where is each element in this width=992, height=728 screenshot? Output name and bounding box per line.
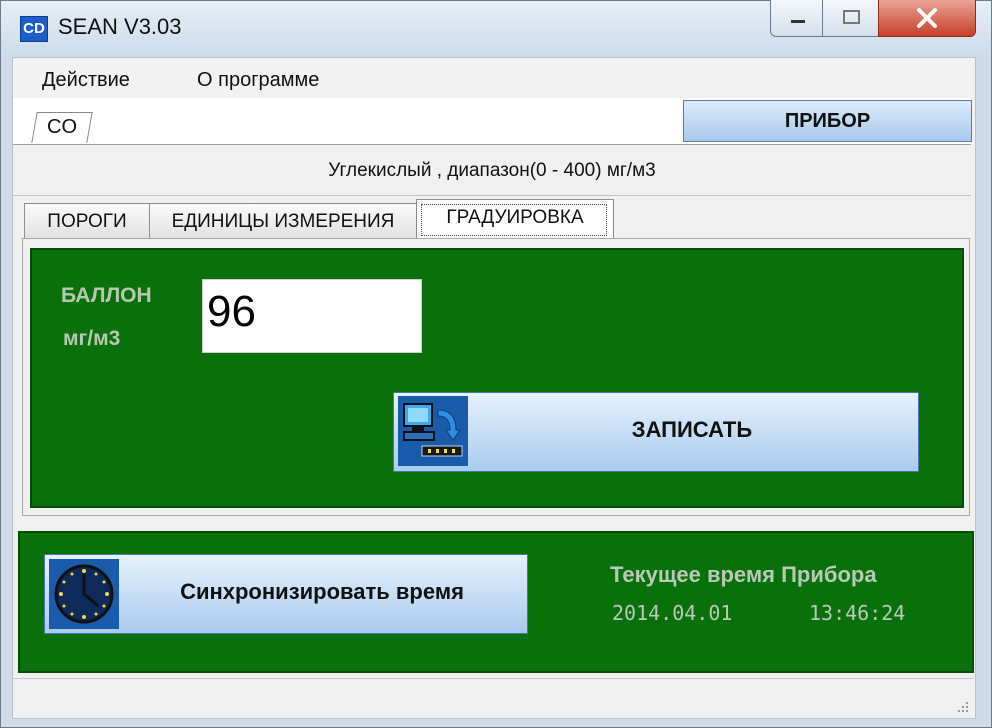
app-icon: CD (20, 16, 48, 42)
unit-label: мг/м3 (63, 327, 121, 350)
resize-grip-icon[interactable] (954, 698, 970, 714)
tab-units[interactable]: ЕДИНИЦЫ ИЗМЕРЕНИЯ (149, 203, 417, 238)
balloon-label: БАЛЛОН (61, 284, 152, 307)
menu-bar (13, 58, 973, 98)
write-button-label[interactable]: ЗАПИСАТЬ (470, 417, 914, 443)
tab-focus-outline (421, 204, 607, 236)
device-date: 2014.04.01 (612, 601, 733, 625)
minimize-icon (791, 20, 805, 23)
maximize-button[interactable] (822, 0, 880, 37)
gas-description: Углекислый , диапазон(0 - 400) мг/м3 (328, 160, 656, 181)
status-bar (13, 678, 973, 717)
clock-icon (49, 559, 119, 629)
minimize-button[interactable] (770, 0, 824, 37)
sync-time-label[interactable]: Синхронизировать время (122, 579, 522, 605)
menu-action[interactable]: Действие (42, 69, 130, 92)
device-button[interactable]: ПРИБОР (683, 100, 972, 142)
tab-thresholds[interactable]: ПОРОГИ (24, 203, 150, 238)
device-time: 13:46:24 (809, 601, 906, 625)
tab-co-label[interactable]: CO (47, 116, 77, 139)
computer-to-device-icon (398, 396, 468, 466)
close-button[interactable] (878, 0, 976, 37)
close-icon (917, 8, 937, 28)
maximize-icon (843, 10, 860, 24)
device-time-title: Текущее время Прибора (610, 562, 877, 587)
balloon-value-text[interactable]: 96 (207, 287, 256, 337)
window-title: SEAN V3.03 (58, 14, 182, 39)
menu-about[interactable]: О программе (197, 69, 319, 92)
